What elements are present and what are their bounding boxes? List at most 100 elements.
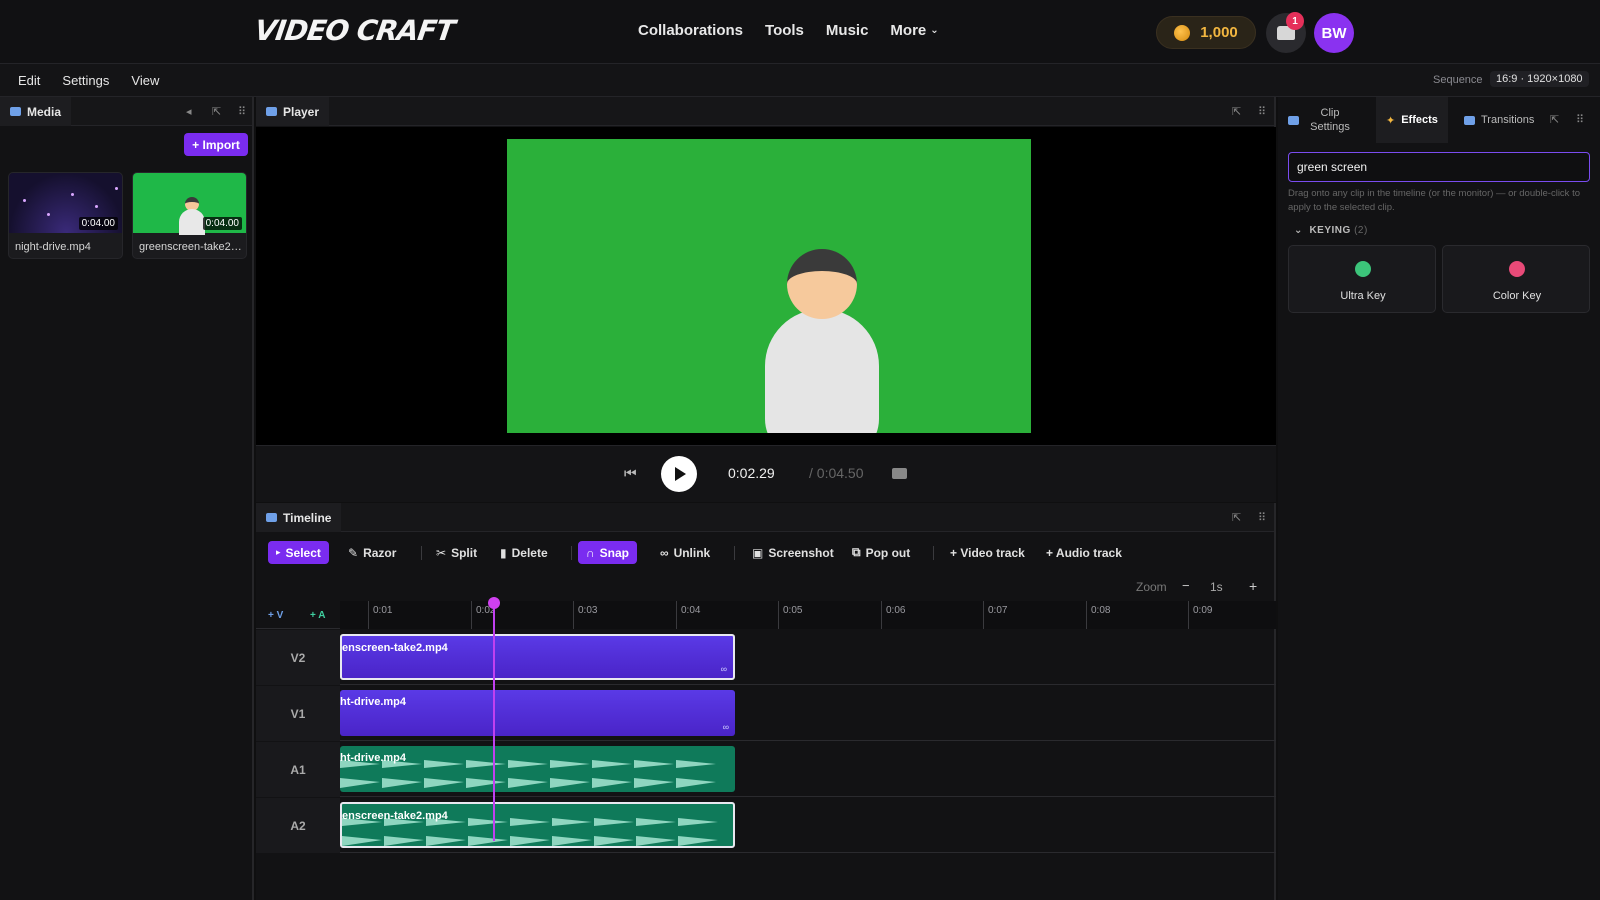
tab-timeline[interactable]: Timeline xyxy=(256,503,342,532)
toolbar-divider xyxy=(933,546,934,560)
play-button[interactable] xyxy=(661,456,697,492)
ruler-tick: 0:02 xyxy=(471,601,495,629)
sequence-format[interactable]: 16:9 · 1920×1080 xyxy=(1490,71,1589,87)
category-count: (2) xyxy=(1354,225,1368,236)
clip-duration: 0:04.00 xyxy=(202,217,242,230)
add-audio-button[interactable]: + A xyxy=(310,610,325,621)
effect-ultra-key[interactable]: Ultra Key xyxy=(1288,245,1436,313)
add-video-button[interactable]: + V xyxy=(268,610,283,621)
unlink-button[interactable]: ∞ Unlink xyxy=(652,541,718,564)
drag-handle-icon[interactable]: ⠿ xyxy=(1576,113,1584,126)
snap-label: Snap xyxy=(599,545,630,560)
collapse-icon[interactable]: ◂ xyxy=(186,105,192,118)
nav-collaborations[interactable]: Collaborations xyxy=(638,22,743,39)
popout-icon[interactable]: ⇱ xyxy=(1550,113,1559,126)
split-button[interactable]: ✂ Split xyxy=(428,541,485,564)
popout-icon[interactable]: ⇱ xyxy=(212,105,221,118)
nav-music[interactable]: Music xyxy=(826,22,869,39)
notification-badge: 1 xyxy=(1286,12,1304,30)
media-panel-header: Media ◂ ⇱ ⠿ xyxy=(0,97,252,126)
timeline-clip[interactable]: enscreen-take2.mp4 ∞ xyxy=(340,634,735,680)
link-icon: ∞ xyxy=(660,545,669,560)
ruler-tick: 0:08 xyxy=(1086,601,1110,629)
razor-icon: ✎ xyxy=(348,545,359,560)
time-ruler[interactable]: + V + A 0:01 0:02 0:03 0:04 0:05 0:06 0:… xyxy=(256,601,1276,629)
popout-icon[interactable]: ⇱ xyxy=(1232,511,1241,524)
effect-color-key[interactable]: Color Key xyxy=(1442,245,1590,313)
ultra-key-icon xyxy=(1355,261,1371,277)
drag-handle-icon[interactable]: ⠿ xyxy=(238,105,246,118)
coin-icon xyxy=(1174,24,1191,41)
playhead-handle[interactable] xyxy=(488,597,500,609)
nav-more-label: More xyxy=(890,22,927,39)
screenshot-button[interactable]: ▣ Screenshot xyxy=(744,541,842,564)
nav-tools[interactable]: Tools xyxy=(765,22,804,39)
timeline-clip[interactable]: ht-drive.mp4 xyxy=(340,746,735,792)
track-a1[interactable]: A1 ht-drive.mp4 xyxy=(256,742,1276,797)
tab-player[interactable]: Player xyxy=(256,97,330,126)
popout-label: Pop out xyxy=(865,545,911,560)
clip-settings-label: Clip Settings xyxy=(1310,107,1350,133)
effects-hint: Drag onto any clip in the timeline (or t… xyxy=(1288,188,1580,213)
player-panel-header: Player ⇱ ⠿ xyxy=(256,97,1274,126)
app-logo[interactable]: VIDEO CRAFT xyxy=(253,14,457,47)
timeline-clip[interactable]: enscreen-take2.mp4 xyxy=(340,802,735,848)
drag-handle-icon[interactable]: ⠿ xyxy=(1258,511,1266,524)
zoom-out-button[interactable]: − xyxy=(1182,578,1190,593)
playhead[interactable] xyxy=(493,601,495,841)
tick-label: 0:05 xyxy=(783,605,803,616)
menu-view[interactable]: View xyxy=(131,73,159,88)
zoom-in-button[interactable]: + xyxy=(1249,578,1257,594)
media-panel: Media ◂ ⇱ ⠿ + Import 0:04.00 night-drive… xyxy=(0,97,254,900)
track-label: A2 xyxy=(256,798,340,853)
menu-edit[interactable]: Edit xyxy=(18,73,40,88)
drag-handle-icon[interactable]: ⠿ xyxy=(1258,105,1266,118)
track-label: A1 xyxy=(256,742,340,797)
delete-button[interactable]: ▮ Delete xyxy=(492,541,556,564)
track-v1[interactable]: V1 ht-drive.mp4 ∞ xyxy=(256,686,1276,741)
tick-label: 0:03 xyxy=(578,605,598,616)
waveform xyxy=(340,760,716,788)
waveform xyxy=(342,818,718,846)
skip-back-icon[interactable]: ⏮ xyxy=(624,465,637,482)
razor-tool-button[interactable]: ✎ Razor xyxy=(340,541,404,564)
add-video-track-button[interactable]: + Video track xyxy=(942,541,1033,564)
toolbar-divider xyxy=(421,546,422,560)
add-audio-track-button[interactable]: + Audio track xyxy=(1038,541,1130,564)
zoom-level: 1s xyxy=(1210,580,1223,594)
popout-icon[interactable]: ⇱ xyxy=(1232,105,1241,118)
import-button[interactable]: + Import xyxy=(184,133,248,156)
tab-media[interactable]: Media xyxy=(0,97,72,126)
media-clip-night-drive[interactable]: 0:04.00 night-drive.mp4 xyxy=(8,172,123,259)
snap-toggle[interactable]: ∩ Snap xyxy=(578,541,638,564)
tick-label: 0:07 xyxy=(988,605,1008,616)
media-title: Media xyxy=(27,104,62,119)
zoom-controls: Zoom − 1s + xyxy=(256,573,1276,601)
tab-clip-settings[interactable]: Clip Settings xyxy=(1278,97,1376,143)
transitions-label: Transitions xyxy=(1481,114,1535,126)
clip-duration: 0:04.00 xyxy=(78,217,118,230)
tab-effects[interactable]: ✦ Effects xyxy=(1376,97,1448,143)
select-tool-button[interactable]: ▸ Select xyxy=(268,541,329,564)
popout-button[interactable]: ⧉ Pop out xyxy=(844,541,918,564)
effects-search-input[interactable]: green screen xyxy=(1288,152,1590,182)
menu-settings[interactable]: Settings xyxy=(62,73,109,88)
track-v2[interactable]: V2 enscreen-take2.mp4 ∞ xyxy=(256,630,1276,685)
category-keying[interactable]: ⌄ KEYING (2) xyxy=(1294,225,1368,236)
user-avatar[interactable]: BW xyxy=(1314,13,1354,53)
coin-balance[interactable]: 1,000 xyxy=(1156,16,1256,49)
track-a2[interactable]: A2 enscreen-take2.mp4 xyxy=(256,798,1276,853)
tick-label: 0:04 xyxy=(681,605,701,616)
ruler-track[interactable]: 0:01 0:02 0:03 0:04 0:05 0:06 0:07 0:08 … xyxy=(340,601,1276,629)
timeline-clip[interactable]: ht-drive.mp4 ∞ xyxy=(340,690,735,736)
preview-stage[interactable] xyxy=(256,127,1276,445)
tab-transitions[interactable]: Transitions xyxy=(1454,97,1544,143)
nav-more[interactable]: More ⌄ xyxy=(890,22,938,39)
screenshot-label: Screenshot xyxy=(768,545,834,560)
main-nav: Collaborations Tools Music More ⌄ xyxy=(638,22,939,39)
camera-icon[interactable] xyxy=(892,468,907,479)
preview-frame[interactable] xyxy=(507,139,1031,433)
person-body xyxy=(765,309,879,433)
menu-bar: Edit Settings View Sequence 16:9 · 1920×… xyxy=(0,64,1600,97)
media-clip-greenscreen[interactable]: 0:04.00 greenscreen-take2.mp4 xyxy=(132,172,247,259)
